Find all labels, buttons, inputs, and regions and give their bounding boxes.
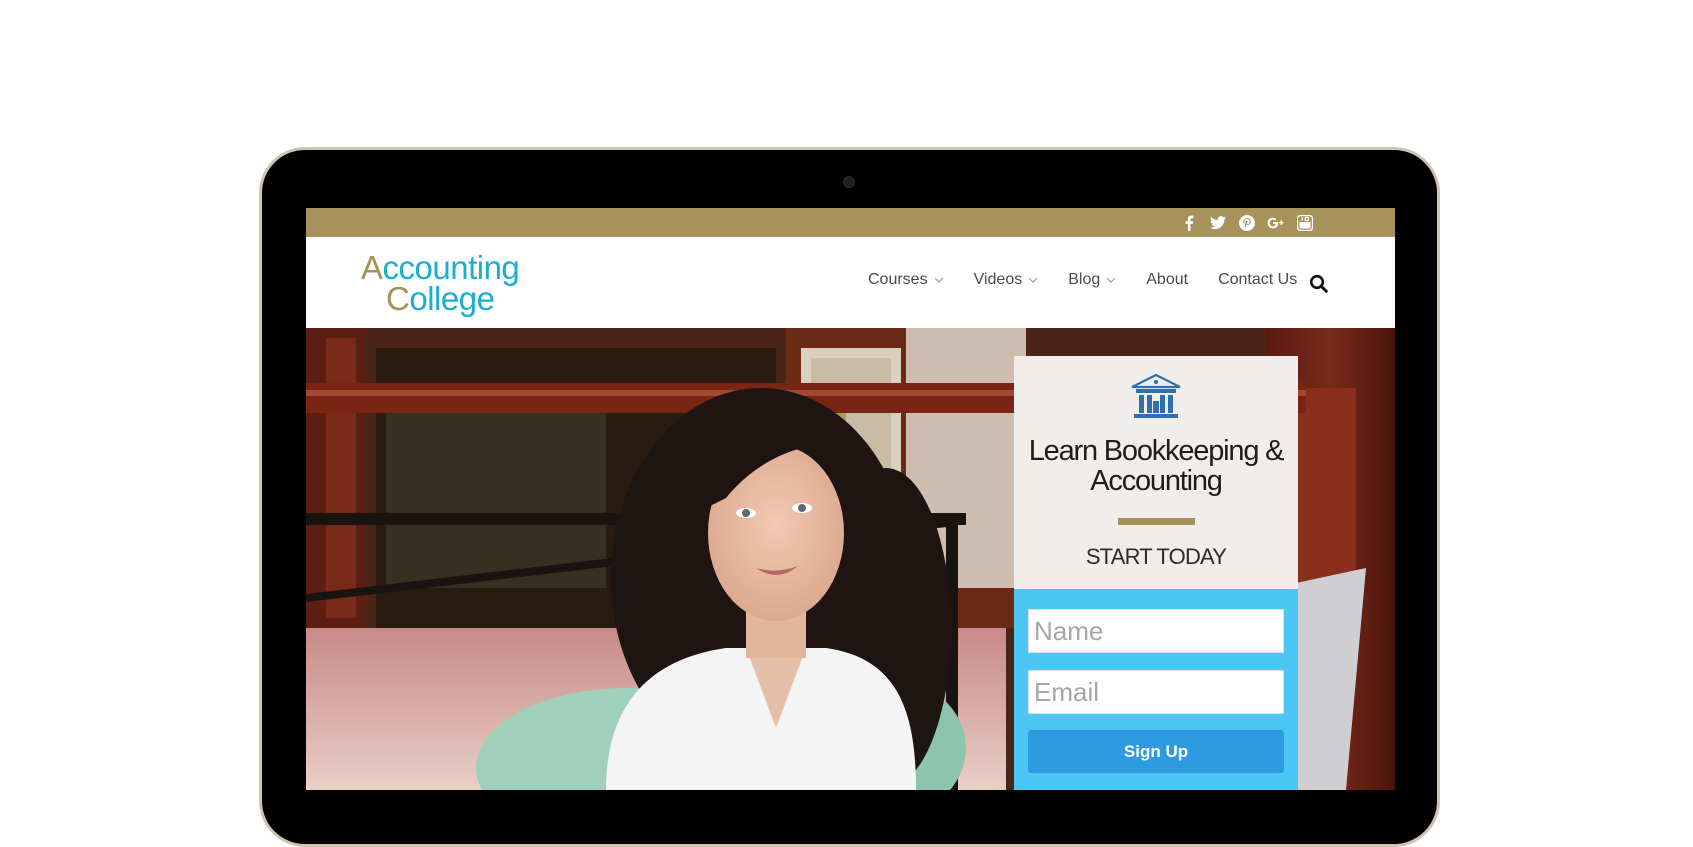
twitter-icon[interactable] — [1208, 213, 1228, 233]
main-nav: Courses Videos Blog About Contact Us — [868, 271, 1327, 289]
chevron-down-icon — [1028, 275, 1038, 286]
nav-item-label: Courses — [868, 271, 928, 288]
heading-line-2: Accounting — [1090, 465, 1223, 497]
signup-form: Sign Up — [1014, 589, 1298, 790]
panel-heading: Learn Bookkeeping & Accounting — [1014, 436, 1298, 496]
heading-line-1: Learn Bookkeeping & — [1028, 435, 1285, 467]
top-bar — [306, 208, 1395, 237]
google-plus-icon[interactable] — [1266, 213, 1286, 233]
chevron-down-icon — [1106, 275, 1116, 286]
name-field[interactable] — [1028, 609, 1284, 653]
facebook-icon[interactable] — [1179, 213, 1199, 233]
nav-item-label: Videos — [973, 271, 1023, 288]
chevron-down-icon — [934, 275, 944, 286]
nav-item-label: Blog — [1068, 271, 1101, 288]
sign-up-button[interactable]: Sign Up — [1028, 730, 1284, 773]
youtube-icon[interactable] — [1295, 213, 1315, 233]
pinterest-icon[interactable] — [1237, 213, 1257, 233]
nav-item-videos[interactable]: Videos — [974, 271, 1039, 289]
start-today-label: START TODAY — [1085, 544, 1227, 569]
site-header: Accounting College Courses Videos Blog A… — [306, 237, 1395, 328]
website-screen: Accounting College Courses Videos Blog A… — [306, 208, 1395, 790]
nav-item-about[interactable]: About — [1146, 271, 1188, 289]
search-icon[interactable] — [1309, 274, 1329, 294]
panel-header: Learn Bookkeeping & Accounting START TOD… — [1014, 356, 1298, 589]
logo-line-2: College — [386, 280, 495, 317]
signup-panel: Learn Bookkeeping & Accounting START TOD… — [1014, 356, 1298, 790]
bank-building-icon — [1130, 373, 1182, 421]
nav-item-blog[interactable]: Blog — [1068, 271, 1116, 289]
social-links — [1179, 213, 1315, 233]
camera-dot — [843, 176, 855, 188]
nav-item-courses[interactable]: Courses — [868, 271, 944, 289]
hero-banner: Learn Bookkeeping & Accounting START TOD… — [306, 328, 1395, 790]
nav-item-contact-us[interactable]: Contact Us — [1218, 271, 1297, 289]
email-field[interactable] — [1028, 670, 1284, 714]
nav-item-label: About — [1146, 271, 1189, 288]
logo[interactable]: Accounting College — [361, 249, 541, 321]
nav-item-label: Contact Us — [1218, 271, 1298, 288]
divider — [1118, 518, 1195, 525]
